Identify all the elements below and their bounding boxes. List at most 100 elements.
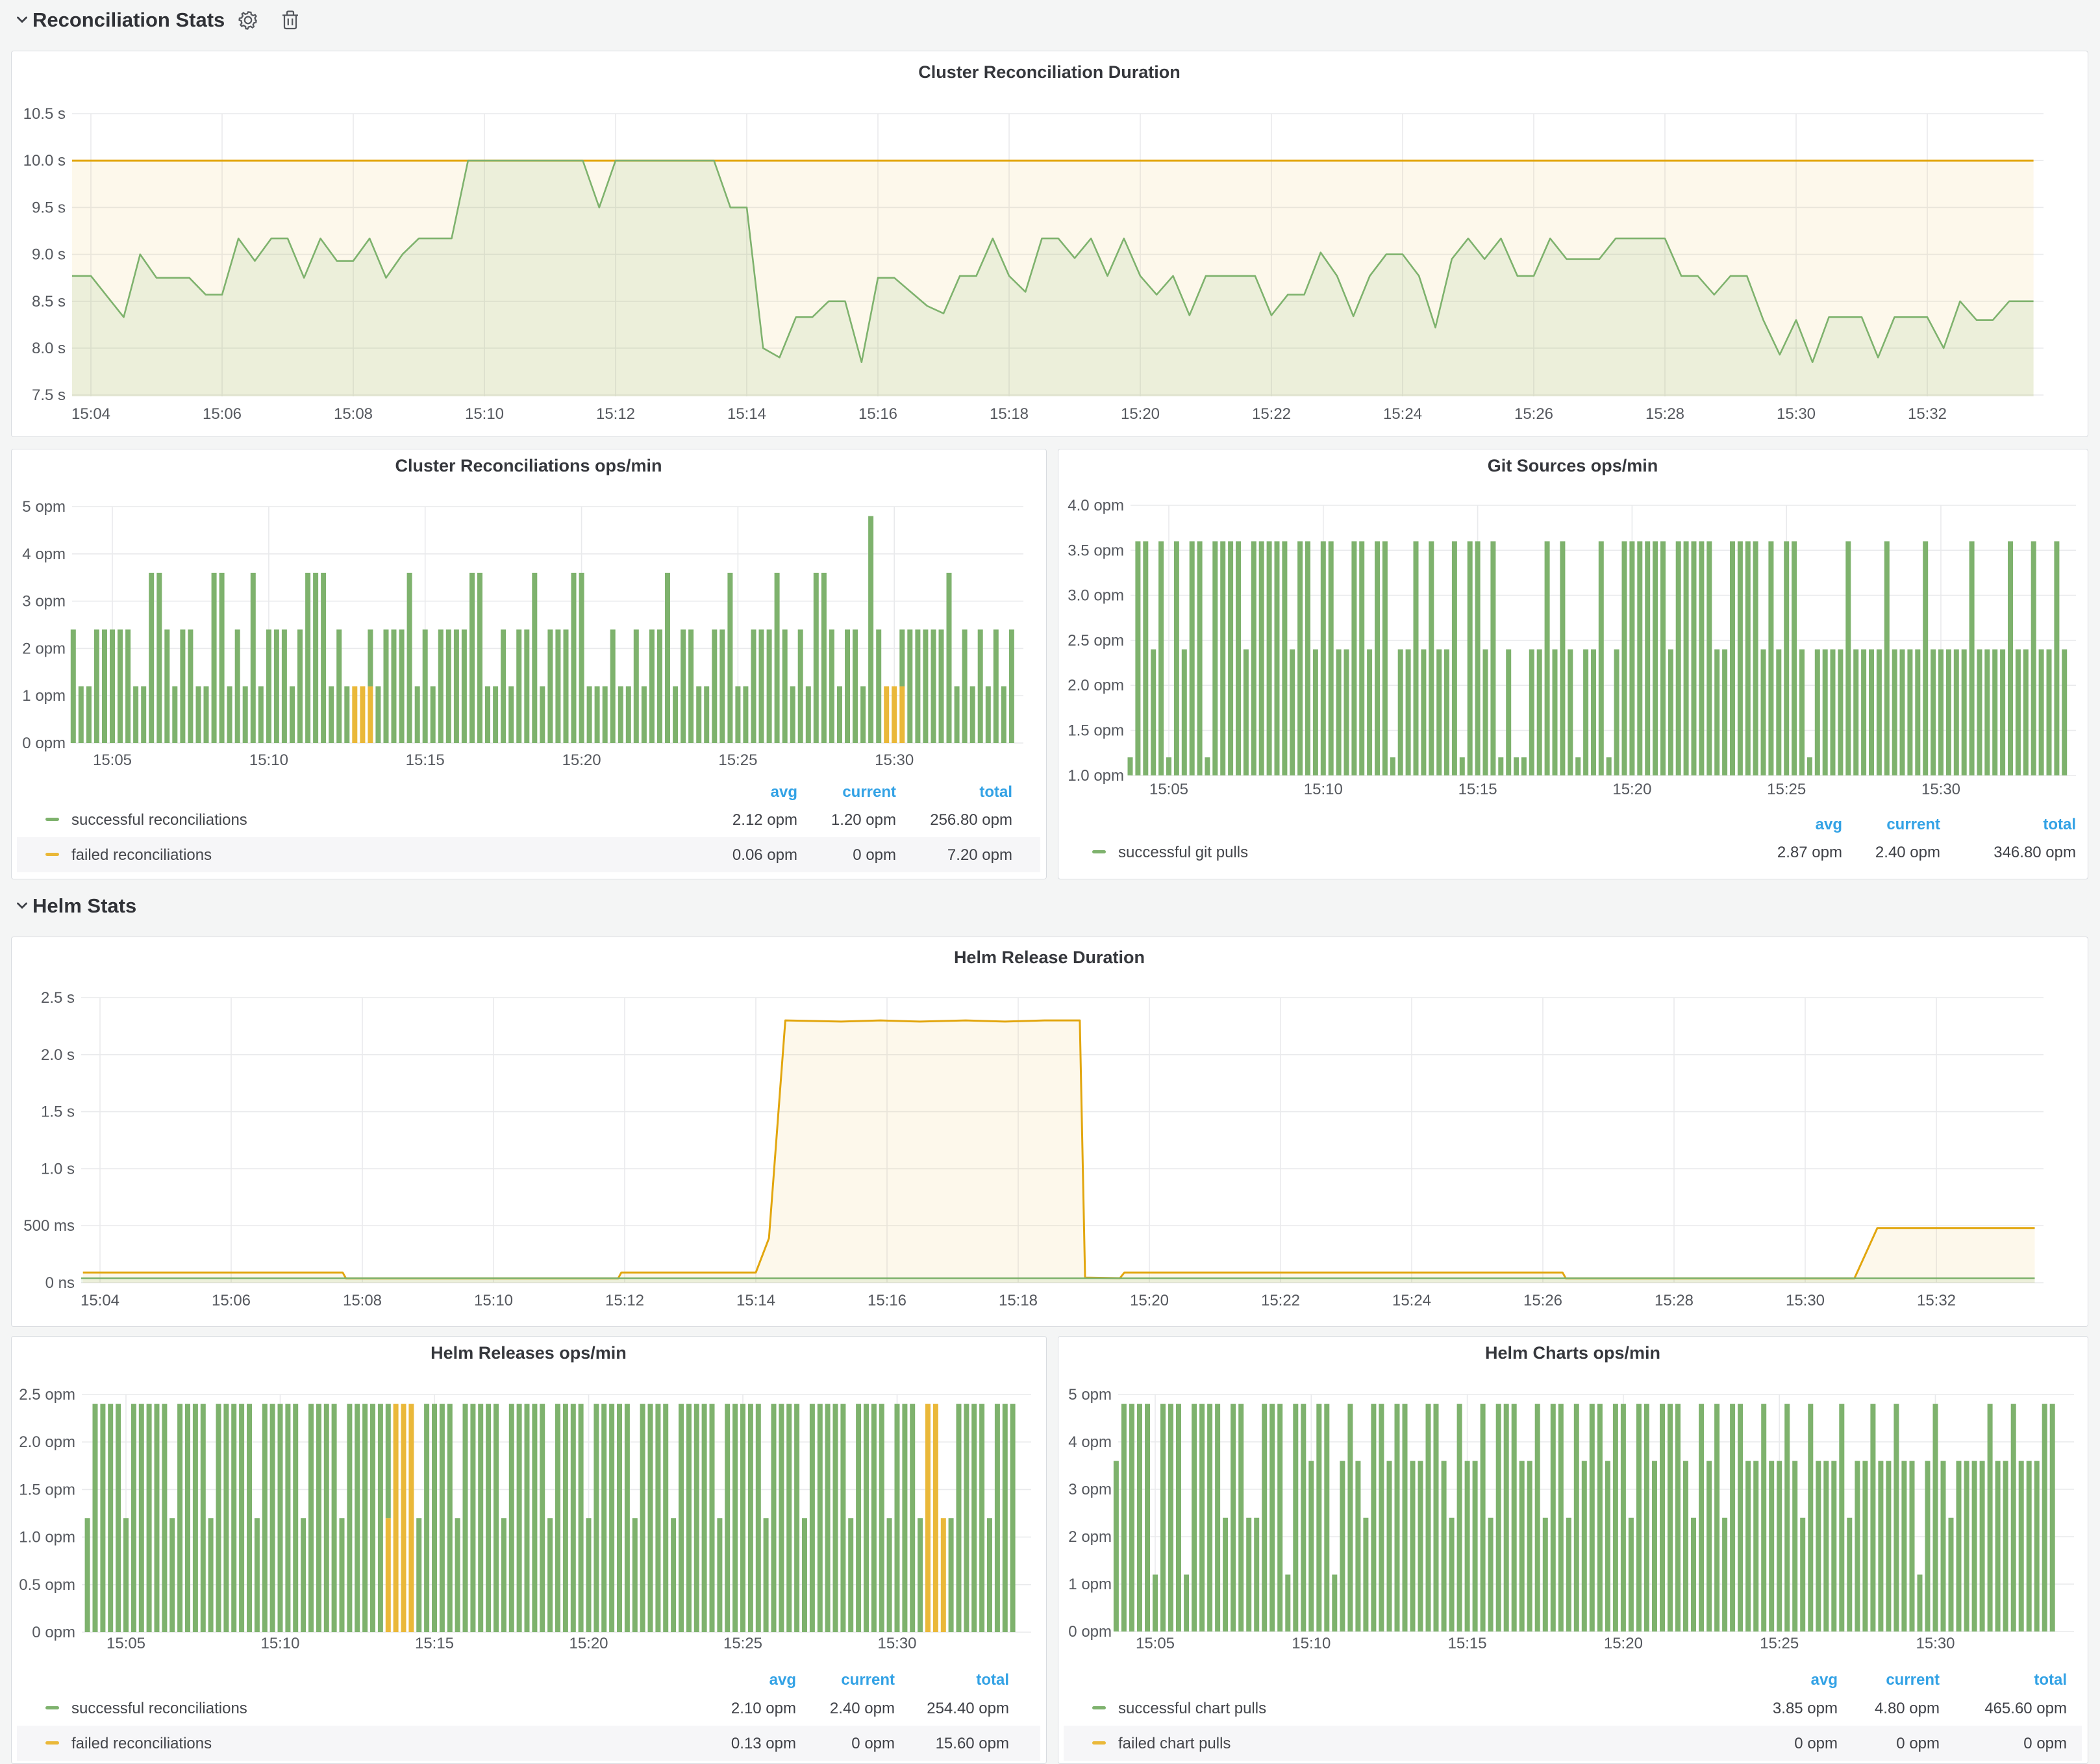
svg-text:15:20: 15:20	[569, 1635, 608, 1652]
svg-text:15:30: 15:30	[877, 1635, 916, 1652]
svg-text:3.85 opm: 3.85 opm	[1773, 1700, 1838, 1717]
svg-text:15:12: 15:12	[605, 1292, 644, 1309]
svg-text:9.5 s: 9.5 s	[32, 199, 66, 216]
svg-text:15:28: 15:28	[1645, 405, 1684, 423]
svg-text:1.0 opm: 1.0 opm	[19, 1529, 75, 1546]
svg-text:10.0 s: 10.0 s	[23, 152, 66, 170]
svg-text:Reconciliation Stats: Reconciliation Stats	[32, 8, 225, 31]
svg-text:15:26: 15:26	[1523, 1292, 1562, 1309]
svg-text:2.87 opm: 2.87 opm	[1777, 844, 1842, 861]
svg-text:15:26: 15:26	[1514, 405, 1553, 423]
svg-text:15:08: 15:08	[343, 1292, 382, 1309]
svg-text:avg: avg	[1811, 1671, 1838, 1689]
svg-text:15:20: 15:20	[1612, 781, 1651, 798]
svg-text:failed reconciliations: failed reconciliations	[71, 1735, 212, 1752]
svg-text:15:15: 15:15	[1448, 1635, 1487, 1652]
svg-text:Helm Charts ops/min: Helm Charts ops/min	[1485, 1343, 1660, 1363]
svg-text:4.80 opm: 4.80 opm	[1875, 1700, 1940, 1717]
svg-text:15:05: 15:05	[93, 751, 132, 769]
svg-text:7.20 opm: 7.20 opm	[947, 846, 1012, 864]
svg-text:1.0 s: 1.0 s	[41, 1160, 75, 1178]
svg-text:15:06: 15:06	[203, 405, 242, 423]
svg-text:0 opm: 0 opm	[22, 735, 66, 752]
svg-text:256.80 opm: 256.80 opm	[930, 811, 1012, 829]
svg-text:successful chart pulls: successful chart pulls	[1118, 1700, 1266, 1717]
svg-text:15:28: 15:28	[1655, 1292, 1694, 1309]
svg-text:2.40 opm: 2.40 opm	[1875, 844, 1940, 861]
svg-text:Helm Release Duration: Helm Release Duration	[954, 948, 1145, 967]
svg-text:2.5 s: 2.5 s	[41, 989, 75, 1007]
svg-text:current: current	[842, 783, 896, 801]
svg-text:15:20: 15:20	[1604, 1635, 1643, 1652]
svg-text:2.0 opm: 2.0 opm	[1068, 677, 1124, 694]
svg-text:15:10: 15:10	[260, 1635, 299, 1652]
svg-text:15:14: 15:14	[727, 405, 766, 423]
svg-text:15:16: 15:16	[868, 1292, 906, 1309]
svg-text:1 opm: 1 opm	[1068, 1576, 1112, 1593]
svg-text:avg: avg	[769, 1671, 796, 1689]
svg-text:2.40 opm: 2.40 opm	[830, 1700, 895, 1717]
svg-text:successful reconciliations: successful reconciliations	[71, 811, 247, 829]
svg-text:total: total	[979, 783, 1012, 801]
svg-text:successful reconciliations: successful reconciliations	[71, 1700, 247, 1717]
svg-text:2 opm: 2 opm	[1068, 1528, 1112, 1546]
svg-text:5 opm: 5 opm	[22, 498, 66, 516]
svg-text:0.5 opm: 0.5 opm	[19, 1576, 75, 1594]
svg-text:current: current	[1886, 1671, 1940, 1689]
svg-text:15:15: 15:15	[1458, 781, 1497, 798]
svg-text:0 opm: 0 opm	[2023, 1735, 2067, 1752]
svg-text:15:16: 15:16	[858, 405, 897, 423]
svg-text:0.13 opm: 0.13 opm	[731, 1735, 796, 1752]
svg-text:3 opm: 3 opm	[1068, 1481, 1112, 1498]
svg-text:15:04: 15:04	[81, 1292, 119, 1309]
svg-text:0 opm: 0 opm	[853, 846, 896, 864]
svg-text:avg: avg	[1816, 816, 1842, 833]
svg-text:2.0 opm: 2.0 opm	[19, 1433, 75, 1451]
svg-text:15:30: 15:30	[1786, 1292, 1825, 1309]
svg-text:0 opm: 0 opm	[32, 1624, 75, 1641]
svg-text:15:32: 15:32	[1917, 1292, 1956, 1309]
svg-text:Cluster Reconciliation Duratio: Cluster Reconciliation Duration	[918, 62, 1181, 82]
svg-text:15.60 opm: 15.60 opm	[936, 1735, 1009, 1752]
svg-text:0.06 opm: 0.06 opm	[732, 846, 797, 864]
svg-text:failed chart pulls: failed chart pulls	[1118, 1735, 1231, 1752]
svg-text:3.5 opm: 3.5 opm	[1068, 542, 1124, 559]
svg-text:15:20: 15:20	[1130, 1292, 1169, 1309]
svg-text:4 opm: 4 opm	[1068, 1433, 1112, 1451]
svg-text:15:18: 15:18	[990, 405, 1029, 423]
svg-text:1 opm: 1 opm	[22, 687, 66, 705]
svg-text:1.5 s: 1.5 s	[41, 1103, 75, 1121]
svg-text:Helm Releases ops/min: Helm Releases ops/min	[431, 1343, 627, 1363]
svg-text:current: current	[1886, 816, 1940, 833]
svg-text:465.60 opm: 465.60 opm	[1984, 1700, 2067, 1717]
svg-text:0 opm: 0 opm	[851, 1735, 895, 1752]
svg-text:2.5 opm: 2.5 opm	[19, 1386, 75, 1404]
svg-text:15:30: 15:30	[1921, 781, 1960, 798]
svg-text:8.0 s: 8.0 s	[32, 340, 66, 357]
svg-text:15:25: 15:25	[718, 751, 757, 769]
svg-text:15:30: 15:30	[875, 751, 914, 769]
svg-text:3 opm: 3 opm	[22, 593, 66, 611]
svg-text:500 ms: 500 ms	[23, 1217, 75, 1235]
svg-text:15:24: 15:24	[1392, 1292, 1431, 1309]
svg-text:346.80 opm: 346.80 opm	[1994, 844, 2076, 861]
svg-text:15:10: 15:10	[474, 1292, 513, 1309]
svg-text:15:30: 15:30	[1777, 405, 1816, 423]
svg-text:15:25: 15:25	[1767, 781, 1806, 798]
svg-text:15:30: 15:30	[1916, 1635, 1955, 1652]
svg-text:2.10 opm: 2.10 opm	[731, 1700, 796, 1717]
svg-text:total: total	[2043, 816, 2076, 833]
svg-text:15:06: 15:06	[212, 1292, 251, 1309]
svg-text:Cluster Reconciliations ops/mi: Cluster Reconciliations ops/min	[395, 456, 662, 475]
svg-text:15:05: 15:05	[1136, 1635, 1175, 1652]
svg-text:2.5 opm: 2.5 opm	[1068, 632, 1124, 649]
svg-text:4 opm: 4 opm	[22, 546, 66, 563]
svg-text:2 opm: 2 opm	[22, 640, 66, 657]
svg-text:15:20: 15:20	[562, 751, 601, 769]
svg-text:successful git pulls: successful git pulls	[1118, 844, 1248, 861]
svg-text:15:08: 15:08	[334, 405, 373, 423]
svg-text:total: total	[2034, 1671, 2067, 1689]
svg-text:1.5 opm: 1.5 opm	[1068, 722, 1124, 740]
svg-text:2.0 s: 2.0 s	[41, 1046, 75, 1064]
svg-text:1.0 opm: 1.0 opm	[1068, 767, 1124, 785]
